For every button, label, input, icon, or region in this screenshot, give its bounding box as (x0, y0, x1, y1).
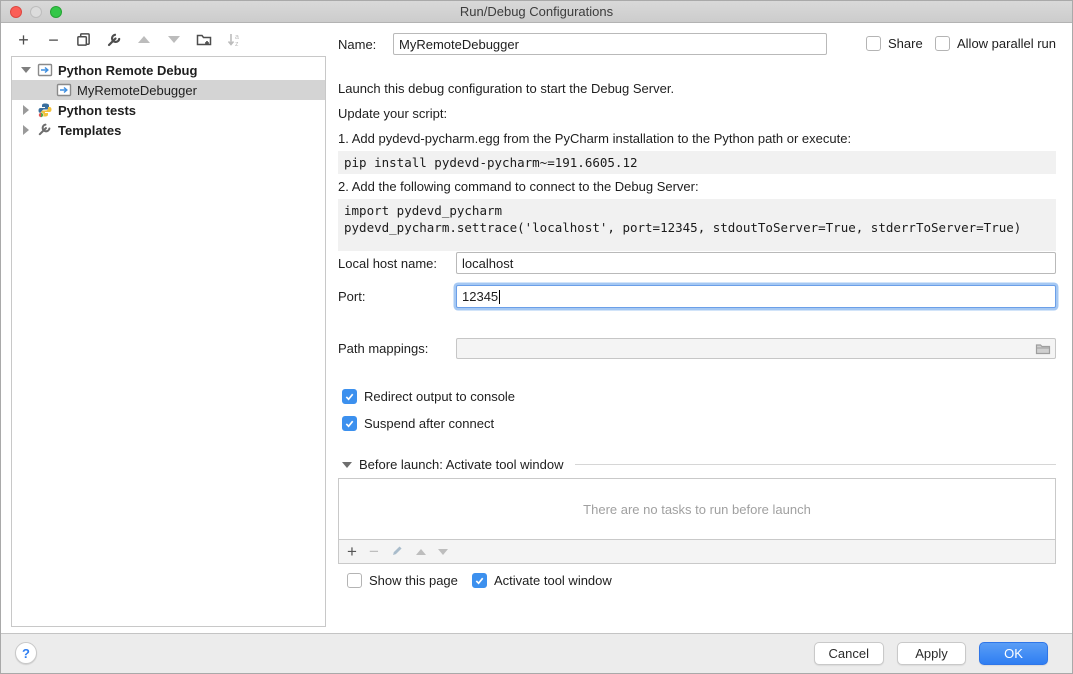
collapse-icon[interactable] (342, 462, 352, 468)
local-host-name-input[interactable] (456, 252, 1056, 274)
tree-item-myremotedebugger[interactable]: MyRemoteDebugger (12, 80, 325, 100)
zoom-window-button[interactable] (50, 6, 62, 18)
expand-icon[interactable] (20, 105, 32, 115)
move-down-icon (165, 31, 182, 48)
share-label: Share (888, 36, 923, 51)
path-mappings-label: Path mappings: (338, 341, 428, 356)
configurations-toolbar: + − az (1, 23, 338, 56)
move-task-up-icon (416, 549, 426, 555)
move-task-down-icon (438, 549, 448, 555)
redirect-output-label: Redirect output to console (364, 389, 515, 404)
settrace-code-block: import pydevd_pycharmpydevd_pycharm.sett… (338, 199, 1056, 251)
question-mark-icon: ? (22, 646, 30, 661)
before-launch-section-header[interactable]: Before launch: Activate tool window (342, 457, 1056, 472)
activate-tool-window-label: Activate tool window (494, 573, 612, 588)
remote-debug-config-icon (37, 62, 53, 78)
python-tests-icon (37, 102, 53, 118)
intro-text: Launch this debug configuration to start… (338, 81, 674, 96)
allow-parallel-run-label: Allow parallel run (957, 36, 1056, 51)
tree-item-label: MyRemoteDebugger (77, 83, 197, 98)
before-launch-title: Before launch: Activate tool window (359, 457, 564, 472)
ok-button[interactable]: OK (979, 642, 1048, 665)
edit-defaults-wrench-icon[interactable] (105, 31, 122, 48)
browse-folder-icon[interactable] (1035, 341, 1051, 357)
section-separator-line (575, 464, 1056, 465)
step1-text: 1. Add pydevd-pycharm.egg from the PyCha… (338, 131, 851, 146)
edit-task-icon (391, 544, 404, 560)
tree-item-templates[interactable]: Templates (12, 120, 325, 140)
move-up-icon (135, 31, 152, 48)
port-input[interactable]: 12345 (456, 285, 1056, 308)
minimize-window-button[interactable] (30, 6, 42, 18)
step2-text: 2. Add the following command to connect … (338, 179, 699, 194)
help-button[interactable]: ? (15, 642, 37, 664)
show-this-page-checkbox[interactable]: Show this page (347, 573, 458, 588)
activate-tool-window-checkbox[interactable]: Activate tool window (472, 573, 612, 588)
configurations-sidebar: + − az Python Remote Debu (1, 23, 338, 633)
port-value: 12345 (462, 289, 498, 304)
tasks-toolbar: + − (338, 540, 1056, 564)
tree-item-label: Python Remote Debug (58, 63, 197, 78)
copy-configuration-icon[interactable] (75, 31, 92, 48)
name-input[interactable] (393, 33, 827, 55)
tree-item-python-tests[interactable]: Python tests (12, 100, 325, 120)
sort-configurations-icon: az (225, 31, 242, 48)
svg-text:z: z (235, 41, 239, 48)
update-script-text: Update your script: (338, 106, 447, 121)
suspend-after-connect-checkbox[interactable]: Suspend after connect (342, 416, 494, 431)
tree-item-label: Python tests (58, 103, 136, 118)
suspend-after-connect-label: Suspend after connect (364, 416, 494, 431)
port-label: Port: (338, 289, 365, 304)
new-folder-icon[interactable] (195, 31, 212, 48)
text-caret (499, 290, 500, 304)
dialog-footer: ? Cancel Apply OK (1, 633, 1072, 673)
add-task-icon[interactable]: + (347, 543, 357, 560)
templates-wrench-icon (37, 122, 53, 138)
apply-button[interactable]: Apply (897, 642, 966, 665)
remote-debug-config-icon (56, 82, 72, 98)
run-debug-configurations-dialog: Run/Debug Configurations + − az (0, 0, 1073, 674)
pip-install-code-block: pip install pydevd-pycharm~=191.6605.12 (338, 151, 1056, 174)
expand-icon[interactable] (20, 125, 32, 135)
configuration-editor: Name: Share Allow parallel run Launch th… (338, 23, 1072, 633)
svg-text:a: a (235, 34, 239, 41)
redirect-output-checkbox[interactable]: Redirect output to console (342, 389, 515, 404)
remove-configuration-icon[interactable]: − (45, 31, 62, 48)
before-launch-tasks-list: There are no tasks to run before launch (338, 478, 1056, 540)
titlebar: Run/Debug Configurations (1, 1, 1072, 23)
cancel-button[interactable]: Cancel (814, 642, 884, 665)
share-checkbox[interactable]: Share (866, 36, 923, 51)
configurations-tree: Python Remote Debug MyRemoteDebugger Pyt… (11, 56, 326, 627)
close-window-button[interactable] (10, 6, 22, 18)
name-label: Name: (338, 37, 376, 52)
tasks-empty-text: There are no tasks to run before launch (583, 502, 811, 517)
local-host-name-label: Local host name: (338, 256, 437, 271)
traffic-lights (10, 6, 62, 18)
path-mappings-input[interactable] (456, 338, 1056, 359)
show-this-page-label: Show this page (369, 573, 458, 588)
tree-item-label: Templates (58, 123, 121, 138)
remove-task-icon: − (369, 543, 379, 560)
add-configuration-icon[interactable]: + (15, 31, 32, 48)
tree-item-python-remote-debug[interactable]: Python Remote Debug (12, 60, 325, 80)
window-title: Run/Debug Configurations (460, 4, 613, 19)
collapse-icon[interactable] (20, 67, 32, 73)
allow-parallel-run-checkbox[interactable]: Allow parallel run (935, 36, 1056, 51)
